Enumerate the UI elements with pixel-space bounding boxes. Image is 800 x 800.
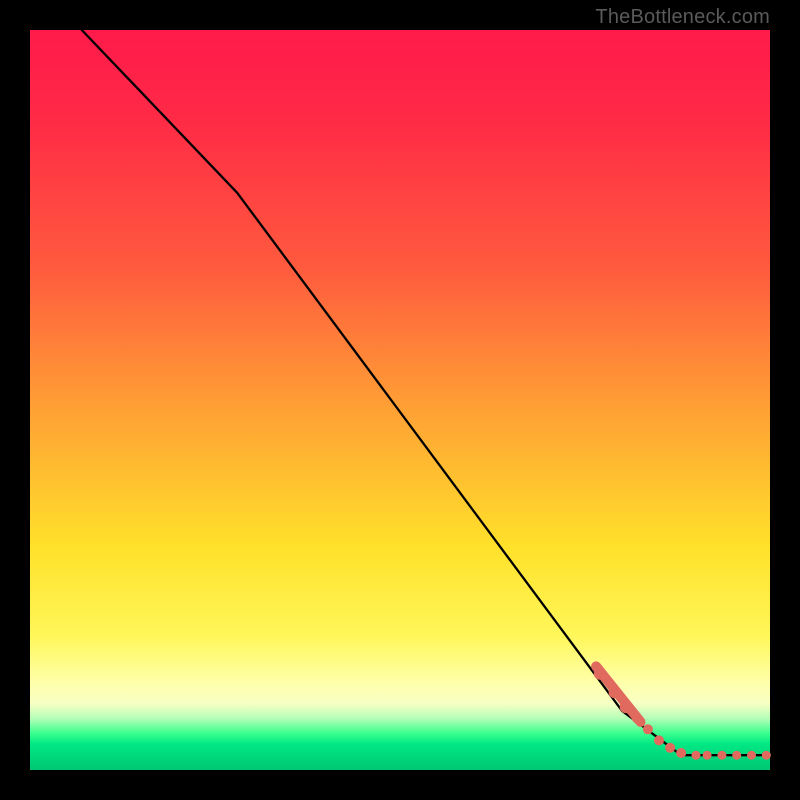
marker-dot — [643, 724, 653, 734]
chart-stage: TheBottleneck.com — [0, 0, 800, 800]
marker-dot — [747, 751, 756, 760]
marker-dot — [632, 713, 642, 723]
marker-dot — [717, 751, 726, 760]
marker-dot — [762, 751, 771, 760]
marker-dot — [620, 701, 632, 713]
attribution-text: TheBottleneck.com — [595, 6, 770, 29]
marker-dot — [676, 748, 686, 758]
marker-dot — [692, 751, 701, 760]
marker-dot — [732, 751, 741, 760]
marker-dots-group — [594, 668, 771, 760]
marker-dot — [654, 735, 664, 745]
marker-dot — [594, 668, 606, 680]
bottleneck-curve — [82, 30, 770, 755]
chart-overlay — [30, 30, 770, 770]
marker-dot — [665, 743, 675, 753]
marker-dot — [609, 686, 621, 698]
marker-dot — [703, 751, 712, 760]
